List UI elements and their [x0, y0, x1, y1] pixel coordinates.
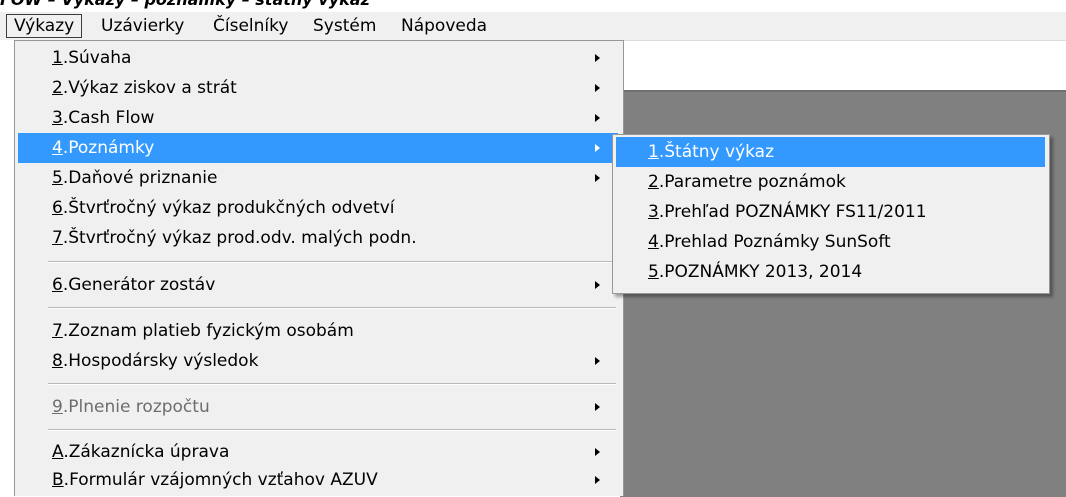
menu-item-label: 3.Cash Flow	[52, 108, 155, 128]
menu-item-suvaha[interactable]: 1.Súvaha	[18, 43, 618, 73]
menu-item-hospodarsky-vysledok[interactable]: 8.Hospodársky výsledok	[18, 346, 618, 376]
submenu-item-prehlad-sunsoft[interactable]: 4.Prehlad Poznámky SunSoft	[616, 227, 1045, 257]
menu-item-label: 6.Generátor zostáv	[52, 275, 216, 295]
submenu-item-parametre-poznamok[interactable]: 2.Parametre poznámok	[616, 167, 1045, 197]
menu-item-label: 3.Prehľad POZNÁMKY FS11/2011	[648, 202, 927, 222]
submenu-arrow-icon	[595, 448, 600, 456]
submenu-arrow-icon	[595, 476, 600, 484]
menu-item-label: 5.Daňové priznanie	[52, 168, 218, 188]
submenu-item-statny-vykaz[interactable]: 1.Štátny výkaz	[616, 137, 1045, 167]
submenu-arrow-icon	[595, 281, 600, 289]
submenu-item-poznamky-2013-2014[interactable]: 5.POZNÁMKY 2013, 2014	[616, 257, 1045, 287]
menu-item-zoznam-platieb[interactable]: 7.Zoznam platieb fyzickým osobám	[18, 316, 618, 346]
menu-item-label: 7.Zoznam platieb fyzickým osobám	[52, 321, 354, 341]
submenu-arrow-icon	[595, 144, 600, 152]
menu-item-stvrtrocny-vykaz[interactable]: 6.Štvrťročný výkaz produkčných odvetví	[18, 193, 618, 223]
submenu-item-prehlad-fs11[interactable]: 3.Prehľad POZNÁMKY FS11/2011	[616, 197, 1045, 227]
submenu-arrow-icon	[595, 54, 600, 62]
menu-item-label: 1.Štátny výkaz	[648, 142, 775, 162]
menu-ciselniky[interactable]: Číselníky	[206, 15, 295, 37]
menu-item-label: B.Formulár vzájomných vzťahov AZUV	[52, 470, 378, 490]
menu-separator	[48, 261, 616, 263]
menu-item-label: 9.Plnenie rozpočtu	[52, 397, 210, 417]
menu-item-label: 4.Prehlad Poznámky SunSoft	[648, 232, 891, 252]
menu-uzavierky[interactable]: Uzávierky	[94, 15, 191, 37]
menu-separator	[48, 429, 616, 431]
menu-bar: Výkazy Uzávierky Číselníky Systém Nápove…	[0, 12, 1066, 40]
submenu-arrow-icon	[595, 174, 600, 182]
menu-napoveda[interactable]: Nápoveda	[394, 15, 494, 37]
window-caption: FOW – Výkazy – poznámky – štátny výkaz	[0, 0, 370, 8]
poznamky-submenu: 1.Štátny výkaz 2.Parametre poznámok 3.Pr…	[612, 134, 1050, 294]
menu-item-label: 8.Hospodársky výsledok	[52, 351, 259, 371]
menu-vykazy[interactable]: Výkazy	[6, 14, 83, 38]
menu-item-zakaznicka-uprava[interactable]: A.Zákaznícka úprava	[18, 437, 618, 467]
menu-item-label: 1.Súvaha	[52, 48, 132, 68]
menu-item-label: 7.Štvrťročný výkaz prod.odv. malých podn…	[52, 228, 417, 248]
submenu-arrow-icon	[595, 114, 600, 122]
menu-item-label: 5.POZNÁMKY 2013, 2014	[648, 262, 863, 282]
menu-item-generator-zostav[interactable]: 6.Generátor zostáv	[18, 270, 618, 300]
submenu-arrow-icon	[595, 403, 600, 411]
vykazy-dropdown-menu: 1.Súvaha 2.Výkaz ziskov a strát 3.Cash F…	[14, 40, 624, 496]
menu-item-formular-azuv[interactable]: B.Formulár vzájomných vzťahov AZUV	[18, 465, 618, 495]
toolbar-area	[620, 40, 1066, 91]
menu-item-label: 2.Parametre poznámok	[648, 172, 846, 192]
menu-separator	[48, 307, 616, 309]
menu-item-label: 6.Štvrťročný výkaz produkčných odvetví	[52, 198, 395, 218]
submenu-arrow-icon	[595, 357, 600, 365]
submenu-arrow-icon	[595, 84, 600, 92]
menu-item-danove-priznanie[interactable]: 5.Daňové priznanie	[18, 163, 618, 193]
menu-item-poznamky[interactable]: 4.Poznámky	[18, 133, 618, 163]
menu-item-label: A.Zákaznícka úprava	[52, 442, 230, 462]
menu-item-cash-flow[interactable]: 3.Cash Flow	[18, 103, 618, 133]
menu-system[interactable]: Systém	[306, 15, 383, 37]
menu-item-vykaz-ziskov[interactable]: 2.Výkaz ziskov a strát	[18, 73, 618, 103]
menu-item-stvrtrocny-vykaz-male[interactable]: 7.Štvrťročný výkaz prod.odv. malých podn…	[18, 223, 618, 253]
menu-item-label: 2.Výkaz ziskov a strát	[52, 78, 237, 98]
menu-separator	[48, 383, 616, 385]
menu-item-plnenie-rozpoctu[interactable]: 9.Plnenie rozpočtu	[18, 392, 618, 422]
menu-item-label: 4.Poznámky	[52, 138, 155, 158]
